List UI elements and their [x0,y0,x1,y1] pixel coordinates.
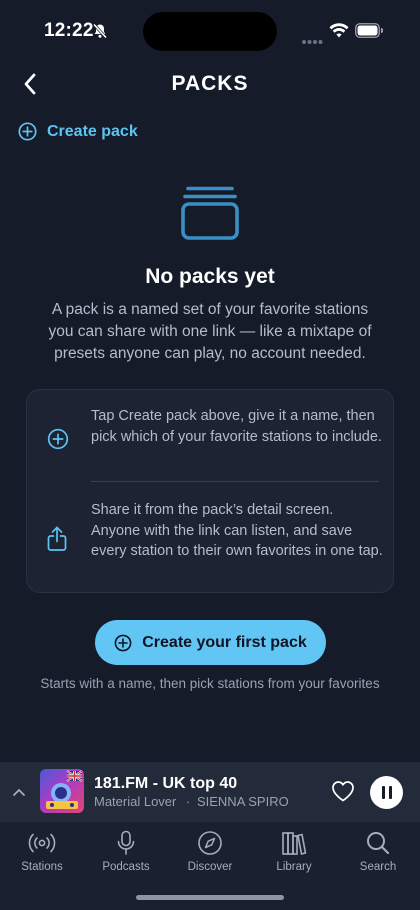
pause-button[interactable] [370,776,403,809]
search-icon [367,832,390,855]
chevron-up-icon[interactable] [12,784,26,802]
share-icon [47,526,67,557]
tab-stations[interactable]: Stations [0,830,84,873]
plus-circle-icon [18,122,37,141]
how-it-works-card: Tap Create pack above, give it a name, t… [26,389,394,593]
dynamic-island [143,12,277,51]
plus-circle-icon [47,428,69,455]
tab-label: Podcasts [102,861,150,873]
library-icon [282,832,307,855]
wifi-icon [329,23,349,43]
tab-library[interactable]: Library [252,830,336,873]
now-playing-track: Material Lover [94,794,177,809]
tab-label: Search [359,861,397,873]
tab-label: Stations [21,861,63,873]
cellular-signal-icon [301,32,323,50]
separator-dot: · [186,794,191,809]
tab-search[interactable]: Search [336,830,420,873]
step-text: Tap Create pack above, give it a name, t… [91,408,382,445]
empty-state-title: No packs yet [145,265,275,288]
compass-icon [198,831,222,855]
create-first-pack-button[interactable]: Create your first pack [95,620,326,665]
tab-label: Discover [187,861,233,873]
now-playing-track-line: Material Lover · SIENNA SPIRO [94,794,289,809]
now-playing-artist: SIENNA SPIRO [196,794,289,809]
now-playing-station: 181.FM - UK top 40 [94,775,238,792]
create-first-pack-label: Create your first pack [142,633,307,651]
page-title: PACKS [171,72,249,95]
tab-podcasts[interactable]: Podcasts [84,830,168,873]
packs-stack-icon [180,186,240,247]
home-indicator [136,895,284,900]
divider [91,481,379,482]
station-artwork [40,769,84,813]
tab-label: Library [276,861,312,873]
plus-circle-icon [114,634,132,651]
status-bar: 12:22 [0,0,420,60]
mini-player[interactable]: 181.FM - UK top 40 Material Lover · SIEN… [0,762,420,822]
create-pack-link[interactable]: Create pack [18,122,138,141]
pause-icon [380,786,394,799]
tab-discover[interactable]: Discover [168,830,252,873]
favorite-heart-icon[interactable] [331,780,355,807]
status-time: 12:22 [44,20,94,41]
microphone-icon [117,830,135,855]
empty-state-description: A pack is a named set of your favorite s… [48,301,372,362]
battery-icon [355,23,384,43]
cta-hint: Starts with a name, then pick stations f… [40,676,380,691]
silent-bell-icon [92,23,108,44]
radio-waves-icon [28,833,56,853]
create-pack-label: Create pack [47,122,138,140]
step-text: Share it from the pack’s detail screen. … [91,502,383,559]
